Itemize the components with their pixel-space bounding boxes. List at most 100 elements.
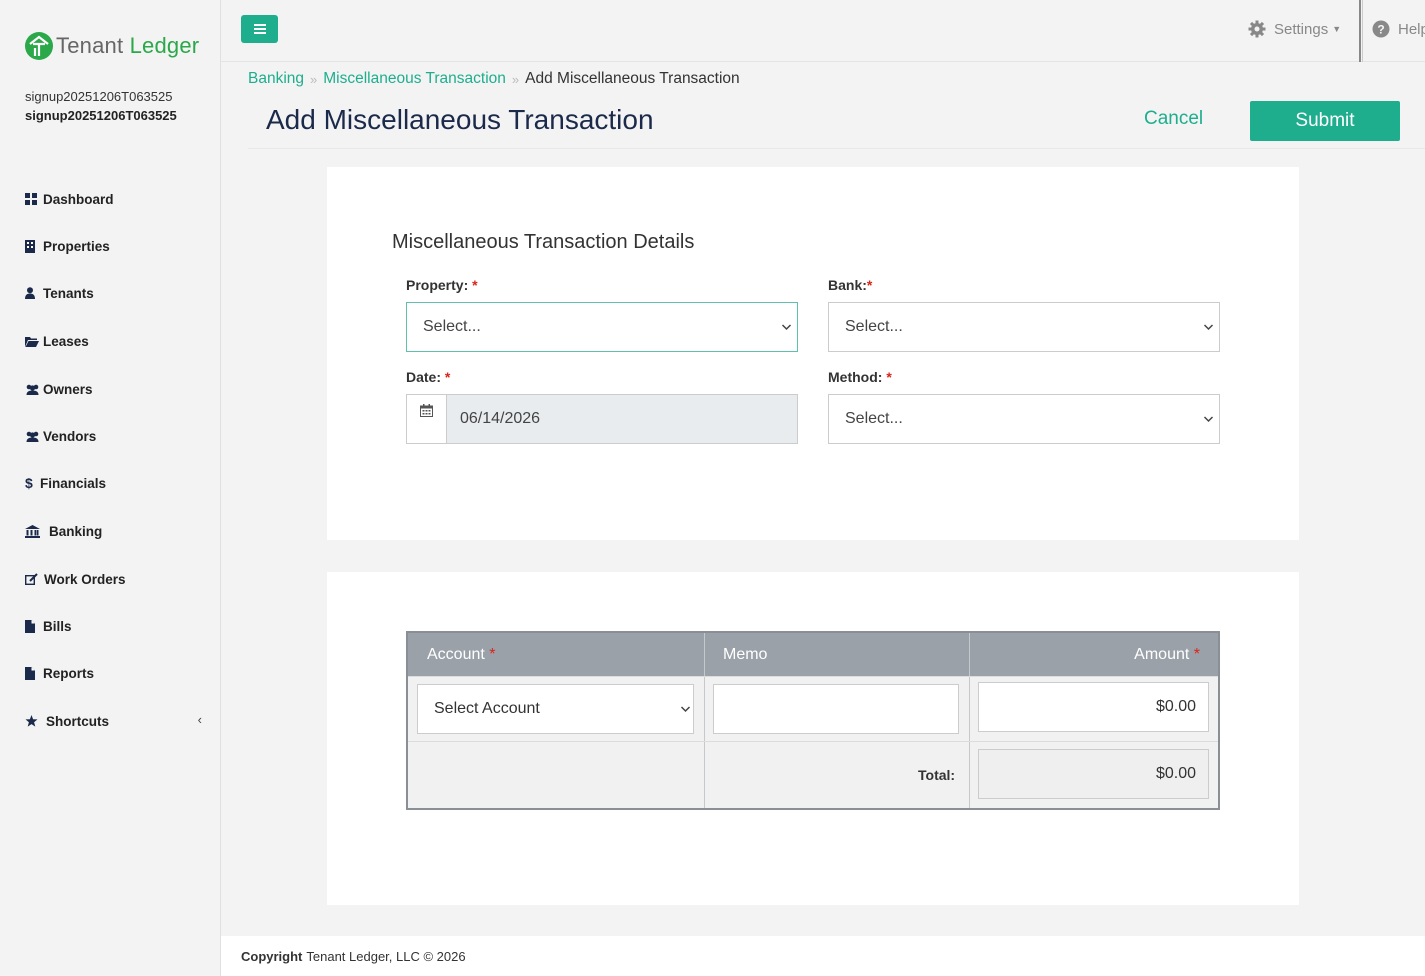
sidebar-item-properties[interactable]: Properties <box>25 236 210 256</box>
sidebar-item-label: Work Orders <box>44 571 126 587</box>
header-amount: Amount * <box>969 633 1218 676</box>
breadcrumb-current: Add Miscellaneous Transaction <box>525 70 740 87</box>
breadcrumb-banking[interactable]: Banking <box>248 70 304 88</box>
help-menu[interactable]: ? Help <box>1372 20 1425 38</box>
logo-text: Tenant Ledger <box>56 33 200 58</box>
section-title: Miscellaneous Transaction Details <box>392 231 695 253</box>
chevron-left-icon[interactable]: ‹ <box>198 712 202 727</box>
sidebar-item-label: Properties <box>43 238 110 254</box>
settings-label: Settings <box>1274 20 1329 38</box>
sidebar-item-label: Bills <box>43 618 72 634</box>
sidebar-item-vendors[interactable]: Vendors <box>25 426 210 446</box>
sidebar-item-label: Banking <box>49 523 103 539</box>
transaction-details-card: Miscellaneous Transaction Details Proper… <box>327 167 1299 540</box>
users-icon <box>25 431 40 442</box>
breadcrumb: Banking » Miscellaneous Transaction » Ad… <box>248 70 740 88</box>
property-label: Property: * <box>406 277 478 293</box>
sidebar-item-label: Owners <box>43 381 93 397</box>
sidebar-item-label: Financials <box>40 475 107 491</box>
header-memo: Memo <box>704 633 969 676</box>
folder-open-icon <box>25 336 40 347</box>
dashboard-icon <box>25 193 40 205</box>
breadcrumb-misc-transaction[interactable]: Miscellaneous Transaction <box>323 70 506 88</box>
chevron-down-icon <box>1203 324 1214 331</box>
user-icon <box>25 287 40 299</box>
app-logo[interactable]: Tenant Ledger <box>25 32 199 60</box>
calendar-icon[interactable] <box>407 395 447 443</box>
hamburger-icon <box>253 24 266 34</box>
column-divider <box>704 633 705 808</box>
topbar-divider <box>1359 0 1363 62</box>
row-divider <box>408 741 1218 742</box>
account-name: signup20251206T063525 <box>25 89 173 104</box>
caret-down-icon: ▼ <box>1332 24 1342 34</box>
user-name: signup20251206T063525 <box>25 108 177 123</box>
memo-input[interactable] <box>713 684 959 734</box>
sidebar-item-financials[interactable]: $ Financials <box>25 473 210 493</box>
copyright-text: Tenant Ledger, LLC © 2026 <box>306 948 466 964</box>
menu-toggle-button[interactable] <box>241 15 278 43</box>
sidebar-item-reports[interactable]: Reports <box>25 663 210 683</box>
sidebar-item-work-orders[interactable]: Work Orders <box>25 569 210 589</box>
page-title: Add Miscellaneous Transaction <box>266 104 654 135</box>
method-select[interactable]: Select... <box>828 394 1220 444</box>
sidebar-item-bills[interactable]: Bills <box>25 616 210 636</box>
date-input[interactable]: 06/14/2026 <box>447 395 797 443</box>
amount-input[interactable]: $0.00 <box>978 682 1209 732</box>
sidebar-item-owners[interactable]: Owners <box>25 379 210 399</box>
sidebar-item-dashboard[interactable]: Dashboard <box>25 189 210 209</box>
building-icon <box>25 239 40 253</box>
file-icon <box>25 666 40 680</box>
sidebar-item-label: Shortcuts <box>46 713 110 729</box>
submit-button[interactable]: Submit <box>1250 101 1400 141</box>
sidebar-item-label: Tenants <box>43 285 94 301</box>
property-select-value: Select... <box>423 318 481 335</box>
transaction-lines-table: Account * Memo Amount * Select Account $… <box>406 631 1220 810</box>
account-select[interactable]: Select Account <box>417 684 694 734</box>
total-label: Total: <box>918 767 956 783</box>
topbar: Settings ▼ ? Help <box>221 0 1425 62</box>
question-circle-icon: ? <box>1372 20 1390 38</box>
breadcrumb-separator-icon: » <box>310 71 318 87</box>
footer: Copyright Tenant Ledger, LLC © 2026 <box>221 936 1425 976</box>
file-icon <box>25 619 40 633</box>
sidebar-item-label: Leases <box>43 333 89 349</box>
help-label: Help <box>1398 20 1425 38</box>
transaction-lines-card: Account * Memo Amount * Select Account $… <box>327 572 1299 905</box>
bank-select-value: Select... <box>845 318 903 335</box>
date-field[interactable]: 06/14/2026 <box>406 394 798 444</box>
date-label: Date: * <box>406 369 451 385</box>
breadcrumb-separator-icon: » <box>511 71 520 87</box>
column-divider <box>969 633 970 808</box>
copyright-label: Copyright <box>241 948 303 964</box>
star-icon <box>25 715 43 727</box>
sidebar-item-label: Vendors <box>43 428 97 444</box>
sidebar-item-leases[interactable]: Leases <box>25 331 210 351</box>
settings-menu[interactable]: Settings ▼ <box>1248 20 1341 38</box>
sidebar-item-banking[interactable]: Banking <box>25 521 210 541</box>
property-select[interactable]: Select... <box>406 302 798 352</box>
method-label: Method: * <box>828 369 892 385</box>
account-select-value: Select Account <box>434 700 540 717</box>
method-select-value: Select... <box>845 410 903 427</box>
chevron-down-icon <box>781 324 792 331</box>
bank-icon <box>25 524 46 538</box>
chevron-down-icon <box>1203 416 1214 423</box>
sidebar-item-label: Reports <box>43 665 95 681</box>
sidebar-item-tenants[interactable]: Tenants <box>25 283 210 303</box>
sidebar-item-shortcuts[interactable]: Shortcuts ‹ <box>25 711 210 731</box>
row-divider <box>408 676 1218 677</box>
users-icon <box>25 384 40 395</box>
gear-icon <box>1248 20 1266 38</box>
cancel-button[interactable]: Cancel <box>1144 108 1203 130</box>
sidebar: Tenant Ledger signup20251206T063525 sign… <box>0 0 221 976</box>
sidebar-item-label: Dashboard <box>43 191 114 207</box>
dollar-icon: $ <box>25 475 33 491</box>
header-account: Account * <box>408 633 704 676</box>
svg-text:?: ? <box>1377 23 1384 37</box>
title-divider <box>248 148 1425 149</box>
bank-select[interactable]: Select... <box>828 302 1220 352</box>
total-value: $0.00 <box>978 749 1209 799</box>
logo-icon <box>25 32 53 60</box>
chevron-down-icon <box>680 706 691 713</box>
